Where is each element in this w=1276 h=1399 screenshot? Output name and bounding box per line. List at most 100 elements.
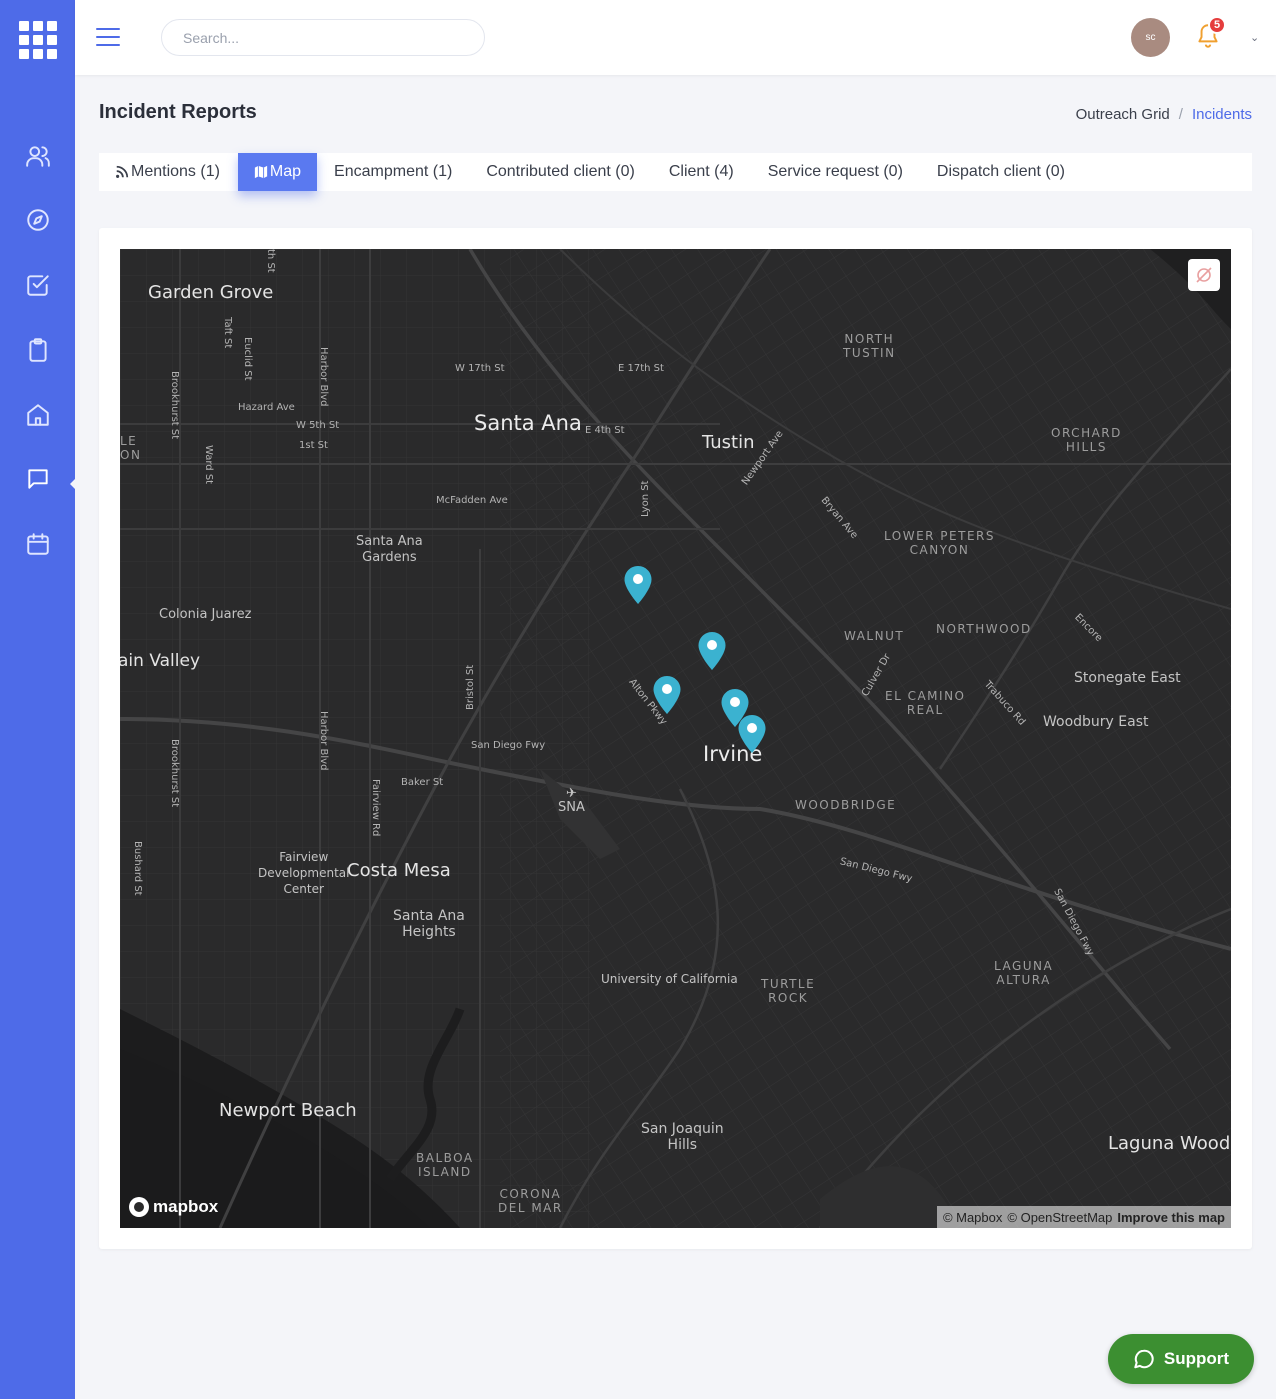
road-label-th-st: th St [265,249,276,273]
map-label-woodbury-east: Woodbury East [1043,714,1149,730]
tab-label: Contributed client (0) [486,163,635,180]
map-label-lower-peters-canyon: LOWER PETERS CANYON [884,529,995,557]
map-label-tustin: Tustin [702,432,755,453]
map-roads [120,249,1231,1228]
road-label-harbor-2: Harbor Blvd [318,711,329,771]
tab-service-request[interactable]: Service request (0) [751,153,920,191]
tab-label: Service request (0) [767,163,903,180]
road-label-e17: E 17th St [618,363,664,374]
users-icon [26,146,50,167]
support-button[interactable]: Support [1108,1334,1254,1384]
road-label-taft: Taft St [222,317,233,349]
road-label-mcfadden: McFadden Ave [436,495,508,506]
location-disabled-icon [1196,267,1212,283]
tab-map[interactable]: Map [237,153,318,191]
avatar[interactable]: sc [1131,18,1170,57]
map-label-stonegate-east: Stonegate East [1074,670,1181,686]
geolocate-button[interactable] [1188,259,1220,291]
breadcrumb-root-link[interactable]: Outreach Grid [1076,106,1170,123]
sidebar-item-incidents[interactable] [24,465,52,493]
improve-map-link[interactable]: Improve this map [1117,1210,1225,1225]
airport-icon: ✈ [565,786,577,801]
tab-client[interactable]: Client (4) [652,153,751,191]
map-label-san-joaquin-hills: San Joaquin Hills [641,1121,724,1153]
chevron-down-icon[interactable]: ⌄ [1250,31,1259,44]
map-label-laguna-altura: LAGUNA ALTURA [994,959,1054,987]
incident-marker[interactable] [737,714,767,754]
road-label-bushard: Bushard St [132,841,143,896]
tab-label: Encampment (1) [334,163,453,180]
map-label-laguna-woods: Laguna Woods [1108,1133,1231,1154]
incident-marker[interactable] [652,675,682,715]
home-icon [27,404,49,426]
chat-bubble-icon [1134,1349,1154,1369]
menu-toggle-icon[interactable] [96,28,120,46]
map-label-orchard-hills: ORCHARD HILLS [1051,426,1122,454]
incident-marker[interactable] [697,631,727,671]
map-pin-icon [624,566,652,604]
sidebar-item-tasks[interactable] [24,271,52,299]
road-label-e4: E 4th St [585,425,625,436]
road-label-fairview-rd: Fairview Rd [370,779,381,837]
map-label-garden-grove: Garden Grove [148,282,274,303]
map-label-santa-ana-gardens: Santa Ana Gardens [356,534,423,565]
calendar-icon [27,533,49,555]
road-label-brookhurst-1: Brookhurst St [169,371,180,440]
tab-label: Dispatch client (0) [936,163,1065,180]
map-label-fairview-center: Fairview Developmental Center [258,850,350,896]
road-label-harbor-1: Harbor Blvd [318,347,329,407]
chat-icon [28,469,48,489]
incident-map[interactable]: Garden Grove Santa Ana Tustin Irvine Cos… [120,249,1231,1228]
road-label-1st: 1st St [299,440,328,451]
map-label-uc: University of California [601,972,738,986]
search-input[interactable] [161,19,485,56]
incident-marker[interactable] [623,565,653,605]
tab-label: Mentions (1) [131,163,220,180]
breadcrumb-separator: / [1178,106,1183,123]
map-attribution: © Mapbox © OpenStreetMap Improve this ma… [936,1206,1231,1228]
map-label-turtle-rock: TURTLE ROCK [761,977,816,1005]
clipboard-icon [29,338,47,362]
map-label-woodbridge: WOODBRIDGE [795,798,897,812]
map-icon [254,165,268,179]
map-label-fountain-valley: ain Valley [120,651,201,671]
tab-dispatch-client[interactable]: Dispatch client (0) [920,153,1082,191]
mapbox-logo-icon [129,1197,149,1217]
attribution-osm-link[interactable]: © OpenStreetMap [1007,1210,1112,1225]
road-label-brookhurst-2: Brookhurst St [169,739,180,808]
app-grid-logo[interactable] [19,21,57,59]
topbar: sc 5 ⌄ [75,0,1276,75]
sidebar-item-housing[interactable] [24,401,52,429]
mapbox-logo-text: mapbox [153,1197,219,1216]
road-label-euclid: Euclid St [242,337,253,381]
map-label-colonia-juarez: Colonia Juarez [159,607,252,622]
tab-mentions[interactable]: Mentions (1) [99,153,238,191]
breadcrumb-current: Incidents [1191,106,1252,123]
sidebar-item-explore[interactable] [24,206,52,234]
map-label-balboa-island: BALBOA ISLAND [416,1151,474,1179]
mapbox-logo[interactable]: mapbox [129,1197,218,1217]
tab-label: Map [269,163,302,180]
map-label-walnut: WALNUT [844,629,905,643]
sidebar [0,0,78,1399]
attribution-mapbox-link[interactable]: © Mapbox [943,1210,1002,1225]
map-label-costa-mesa: Costa Mesa [347,860,451,881]
active-indicator [70,476,78,492]
checkbox-icon [27,275,49,296]
tab-contributed-client[interactable]: Contributed client (0) [469,153,652,191]
sidebar-item-reports[interactable] [24,336,52,364]
map-label-santa-ana: Santa Ana [474,411,582,435]
breadcrumb: Outreach Grid / Incidents [1076,106,1252,123]
map-label-newport-beach: Newport Beach [219,1100,357,1121]
report-tabs: Mentions (1) Map Encampment (1) Contribu… [99,153,1252,191]
road-label-lyon: Lyon St [640,480,651,517]
map-label-corona-del-mar: CORONA DEL MAR [498,1187,563,1215]
map-label-northwood: NORTHWOOD [936,622,1032,636]
tab-encampment[interactable]: Encampment (1) [317,153,469,191]
sidebar-item-users[interactable] [24,142,52,170]
road-label-baker: Baker St [401,777,444,788]
compass-icon [27,209,49,231]
sidebar-item-calendar[interactable] [24,530,52,558]
road-label-bristol: Bristol St [465,664,476,710]
road-label-w5: W 5th St [296,420,340,431]
